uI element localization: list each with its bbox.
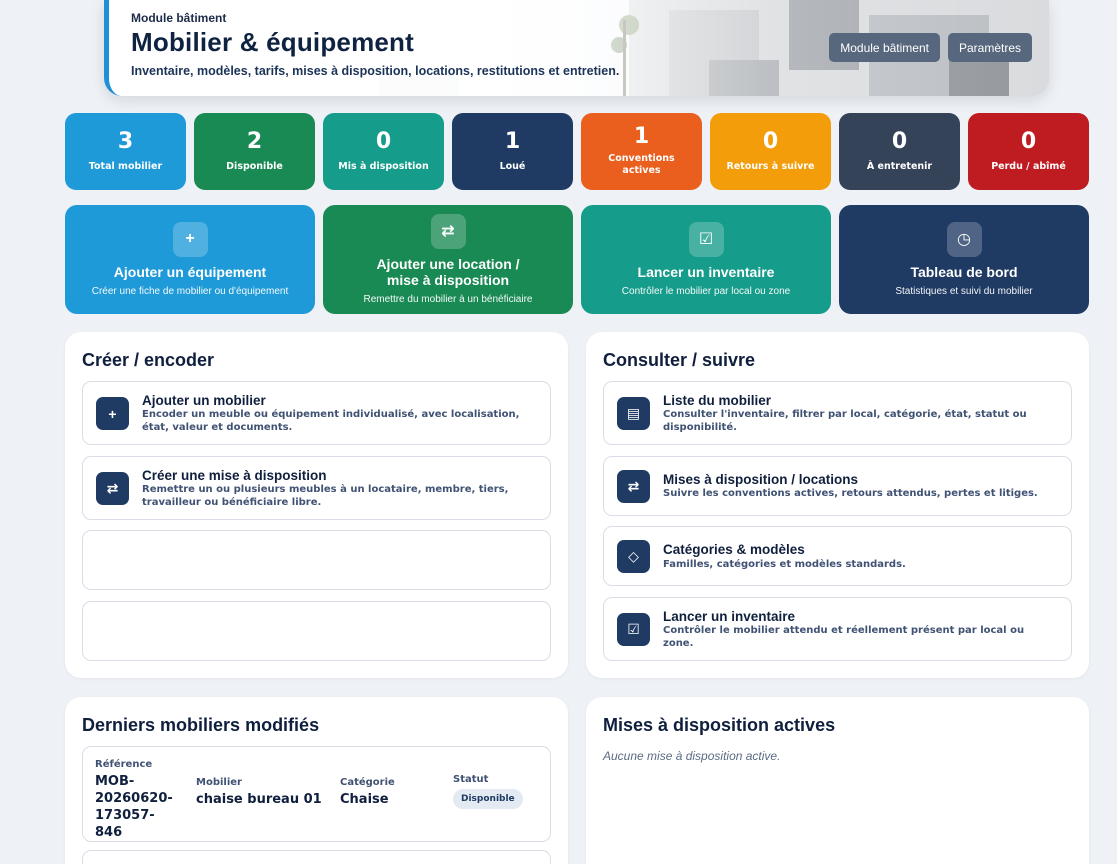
stat-a-entretenir[interactable]: 0 À entretenir bbox=[839, 113, 960, 190]
page-header: Module bâtiment Mobilier & équipement In… bbox=[104, 0, 1049, 96]
quick-actions: + Ajouter un équipement Créer une fiche … bbox=[65, 205, 1089, 314]
item-description: Contrôler le mobilier attendu et réellem… bbox=[663, 625, 1025, 649]
item-description: Remettre un ou plusieurs meubles à un lo… bbox=[142, 484, 509, 508]
status-badge: Disponible bbox=[453, 789, 523, 809]
start-inventory-card[interactable]: ☑ Lancer un inventaire Contrôler le mobi… bbox=[581, 205, 831, 314]
swap-icon: ⇄ bbox=[430, 213, 466, 249]
stat-perdu-abime[interactable]: 0 Perdu / abîmé bbox=[968, 113, 1089, 190]
table-row[interactable]: Référence MOB-20260620-173057-846 Mobili… bbox=[82, 746, 551, 842]
category-value: Chaise bbox=[340, 792, 389, 807]
item-description: Suivre les conventions actives, retours … bbox=[663, 488, 1038, 499]
active-provisions-panel: Mises à disposition actives Aucune mise … bbox=[586, 697, 1089, 864]
stat-label: Total mobilier bbox=[88, 160, 163, 172]
consult-panel-title: Consulter / suivre bbox=[603, 350, 756, 370]
consult-panel: Consulter / suivre ▤ Liste du mobilier C… bbox=[586, 332, 1089, 678]
checkbox-icon: ☑ bbox=[617, 613, 650, 646]
recent-panel-title: Derniers mobiliers modifiés bbox=[82, 715, 320, 735]
item-title: Mises à disposition / locations bbox=[663, 472, 859, 487]
pie-chart-icon: ◷ bbox=[946, 221, 982, 257]
item-description: Consulter l'inventaire, filtrer par loca… bbox=[663, 409, 1027, 433]
page-title: Mobilier & équipement bbox=[131, 27, 415, 57]
item-title: Liste du mobilier bbox=[663, 393, 772, 408]
page-subtitle: Inventaire, modèles, tarifs, mises à dis… bbox=[131, 64, 620, 78]
stat-label: Retours à suivre bbox=[726, 160, 815, 172]
table-row[interactable] bbox=[82, 850, 551, 864]
column-header-reference: Référence bbox=[95, 759, 153, 770]
module-kicker: Module bâtiment bbox=[131, 11, 227, 25]
column-header-mobilier: Mobilier bbox=[196, 777, 242, 788]
quick-action-subtitle: Remettre du mobilier à un bénéficiaire bbox=[363, 294, 533, 306]
item-description: Encoder un meuble ou équipement individu… bbox=[142, 409, 520, 433]
empty-slot bbox=[82, 601, 551, 661]
stat-total-mobilier[interactable]: 3 Total mobilier bbox=[65, 113, 186, 190]
add-rental-card[interactable]: ⇄ Ajouter une location / mise à disposit… bbox=[323, 205, 573, 314]
stat-label: Loué bbox=[499, 160, 526, 172]
list-icon: ▤ bbox=[617, 397, 650, 430]
stat-label: À entretenir bbox=[866, 160, 933, 172]
recent-furniture-panel: Derniers mobiliers modifiés Référence MO… bbox=[65, 697, 568, 864]
dashboard-card[interactable]: ◷ Tableau de bord Statistiques et suivi … bbox=[839, 205, 1089, 314]
quick-action-subtitle: Créer une fiche de mobilier ou d'équipem… bbox=[91, 286, 289, 298]
plus-icon: + bbox=[96, 397, 129, 430]
swap-icon: ⇄ bbox=[617, 470, 650, 503]
reference-value: MOB-20260620-173057-846 bbox=[95, 774, 173, 840]
quick-action-subtitle: Contrôler le mobilier par local ou zone bbox=[621, 286, 791, 298]
stat-value: 2 bbox=[246, 128, 263, 154]
stat-value: 1 bbox=[504, 128, 521, 154]
stat-value: 3 bbox=[117, 128, 134, 154]
column-header-statut: Statut bbox=[453, 774, 489, 785]
stat-value: 0 bbox=[375, 128, 392, 154]
stat-value: 0 bbox=[891, 128, 908, 154]
provisions-rentals-item[interactable]: ⇄ Mises à disposition / locations Suivre… bbox=[603, 456, 1072, 516]
empty-slot bbox=[82, 530, 551, 590]
create-panel: Créer / encoder + Ajouter un mobilier En… bbox=[65, 332, 568, 678]
module-batiment-button[interactable]: Module bâtiment bbox=[829, 33, 940, 62]
plus-icon: + bbox=[172, 221, 208, 257]
item-title: Créer une mise à disposition bbox=[142, 468, 327, 483]
add-furniture-item[interactable]: + Ajouter un mobilier Encoder un meuble … bbox=[82, 381, 551, 445]
column-header-categorie: Catégorie bbox=[340, 777, 395, 788]
start-inventory-item[interactable]: ☑ Lancer un inventaire Contrôler le mobi… bbox=[603, 597, 1072, 661]
settings-button[interactable]: Paramètres bbox=[947, 33, 1032, 62]
quick-action-title: Tableau de bord bbox=[910, 263, 1018, 280]
quick-action-subtitle: Statistiques et suivi du mobilier bbox=[895, 286, 1033, 298]
stat-mis-a-disposition[interactable]: 0 Mis à disposition bbox=[323, 113, 444, 190]
checkbox-icon: ☑ bbox=[688, 221, 724, 257]
item-title: Ajouter un mobilier bbox=[142, 393, 266, 408]
stat-value: 1 bbox=[633, 124, 650, 150]
stat-loue[interactable]: 1 Loué bbox=[452, 113, 573, 190]
diamond-icon: ◇ bbox=[617, 540, 650, 573]
swap-icon: ⇄ bbox=[96, 472, 129, 505]
stat-value: 0 bbox=[1020, 128, 1037, 154]
item-title: Lancer un inventaire bbox=[663, 609, 796, 624]
add-equipment-card[interactable]: + Ajouter un équipement Créer une fiche … bbox=[65, 205, 315, 314]
create-panel-title: Créer / encoder bbox=[82, 350, 215, 370]
item-description: Familles, catégories et modèles standard… bbox=[663, 559, 906, 570]
item-title: Catégories & modèles bbox=[663, 542, 805, 557]
stat-disponible[interactable]: 2 Disponible bbox=[194, 113, 315, 190]
categories-models-item[interactable]: ◇ Catégories & modèles Familles, catégor… bbox=[603, 526, 1072, 586]
quick-action-title: Ajouter une location / mise à dispositio… bbox=[376, 255, 520, 288]
empty-state-text: Aucune mise à disposition active. bbox=[603, 749, 781, 763]
stats-row: 3 Total mobilier 2 Disponible 0 Mis à di… bbox=[65, 113, 1089, 190]
stat-label: Conventions actives bbox=[608, 153, 675, 176]
furniture-name-value: chaise bureau 01 bbox=[196, 792, 322, 807]
stat-label: Perdu / abîmé bbox=[991, 160, 1066, 172]
stat-retours-a-suivre[interactable]: 0 Retours à suivre bbox=[710, 113, 831, 190]
stat-label: Disponible bbox=[226, 160, 283, 172]
stat-conventions-actives[interactable]: 1 Conventions actives bbox=[581, 113, 702, 190]
create-provision-item[interactable]: ⇄ Créer une mise à disposition Remettre … bbox=[82, 456, 551, 520]
active-panel-title: Mises à disposition actives bbox=[603, 715, 836, 735]
quick-action-title: Lancer un inventaire bbox=[637, 263, 775, 280]
stat-label: Mis à disposition bbox=[338, 160, 429, 172]
furniture-list-item[interactable]: ▤ Liste du mobilier Consulter l'inventai… bbox=[603, 381, 1072, 445]
stat-value: 0 bbox=[762, 128, 779, 154]
quick-action-title: Ajouter un équipement bbox=[113, 263, 267, 280]
